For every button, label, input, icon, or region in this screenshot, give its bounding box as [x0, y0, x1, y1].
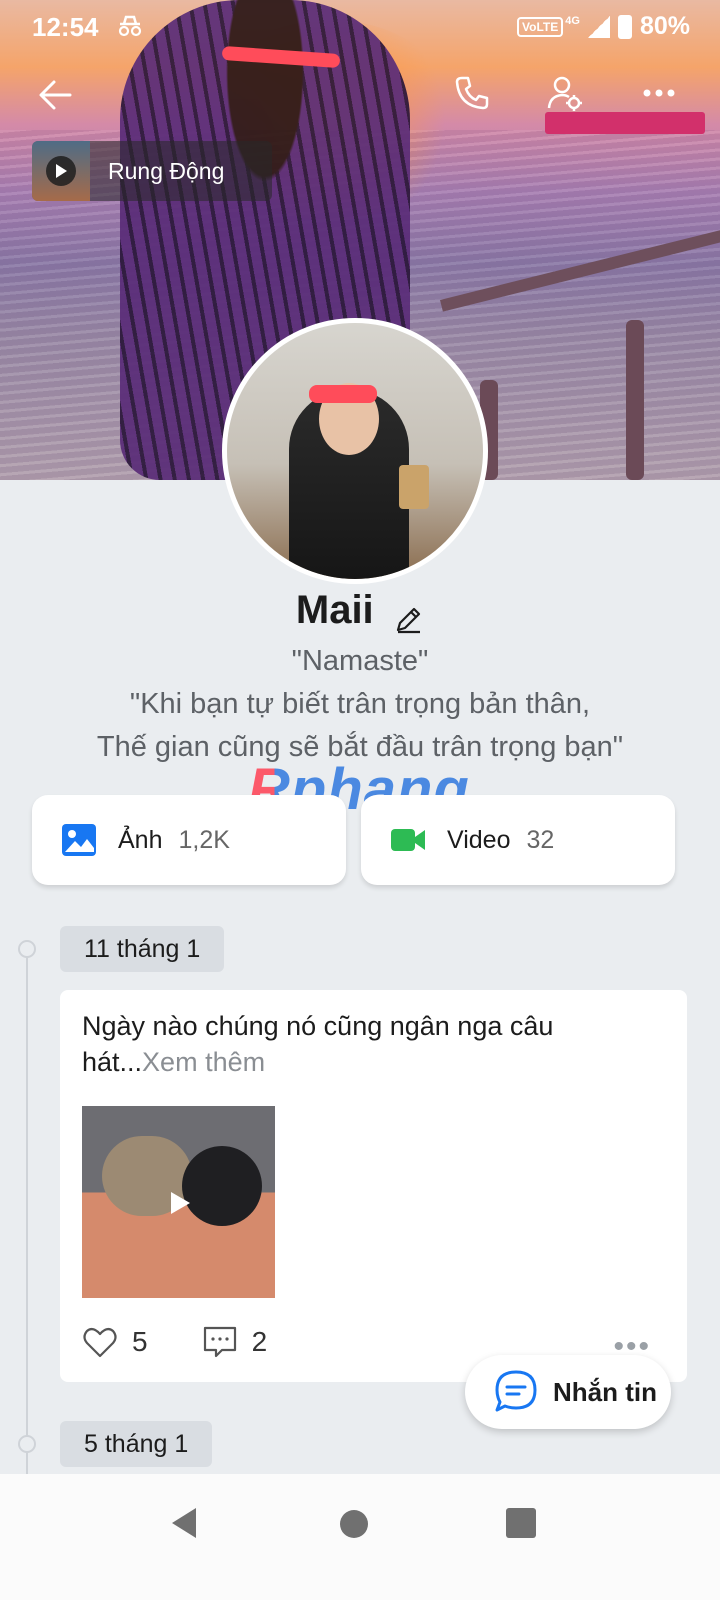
phone-icon: [455, 76, 489, 110]
timeline-date: 11 tháng 1: [60, 926, 225, 972]
nav-recents-icon[interactable]: [506, 1508, 536, 1538]
see-more-link[interactable]: Xem thêm: [142, 1047, 265, 1077]
photos-button[interactable]: Ảnh 1,2K: [32, 795, 346, 885]
volte-badge: VoLTE: [517, 16, 564, 37]
nav-back-icon[interactable]: [168, 1506, 200, 1540]
profile-settings-button[interactable]: [538, 66, 592, 120]
bio-line: "Khi bạn tự biết trân trọng bản thân,: [129, 688, 591, 720]
back-button[interactable]: [28, 68, 82, 122]
timeline-dot: [18, 940, 36, 958]
signal-icon: [587, 15, 610, 38]
profile-avatar[interactable]: [222, 318, 488, 584]
message-button[interactable]: Nhắn tin: [465, 1355, 671, 1429]
cover-railing-post: [626, 320, 644, 480]
video-camera-icon: [391, 829, 425, 851]
system-nav-bar: [0, 1474, 720, 1600]
post-video-thumbnail[interactable]: [82, 1106, 275, 1298]
image-icon: [62, 824, 96, 856]
timeline-dot: [18, 1435, 36, 1453]
thumbnail-cat: [182, 1146, 262, 1226]
network-type: 4G: [565, 14, 580, 27]
avatar-cup: [399, 465, 429, 509]
music-thumbnail: [32, 141, 90, 201]
profile-music-chip[interactable]: Rung Động: [32, 141, 272, 201]
call-button[interactable]: [445, 66, 499, 120]
battery-percent: 80%: [639, 12, 690, 40]
post-actions: 5 2: [82, 1320, 267, 1364]
play-icon: [46, 156, 76, 186]
timeline-post[interactable]: Ngày nào chúng nó cũng ngân nga câu hát.…: [60, 990, 687, 1382]
nav-home-icon[interactable]: [340, 1510, 368, 1538]
status-time: 12:54: [32, 12, 99, 42]
comment-icon[interactable]: [202, 1324, 238, 1360]
chat-bubble-icon: [495, 1370, 537, 1412]
play-icon: [171, 1192, 190, 1214]
profile-name: Maii: [295, 588, 374, 632]
avatar-redaction-mark: [309, 385, 377, 403]
profile-bio: "Namaste" "Khi bạn tự biết trân trọng bả…: [0, 640, 720, 769]
heart-icon[interactable]: [82, 1324, 118, 1360]
battery-icon: [617, 14, 632, 39]
videos-label: Video: [447, 825, 511, 854]
timeline-date: 5 tháng 1: [60, 1421, 213, 1467]
profile-name-row: Maii: [0, 588, 720, 634]
more-horizontal-icon: [643, 89, 675, 97]
more-options-button[interactable]: [632, 66, 686, 120]
incognito-icon: [118, 15, 142, 37]
like-count: 5: [132, 1326, 148, 1357]
edit-pencil-icon[interactable]: [394, 604, 424, 634]
music-title: Rung Động: [108, 157, 225, 184]
photos-count: 1,2K: [178, 825, 230, 854]
post-text[interactable]: Ngày nào chúng nó cũng ngân nga câu hát.…: [82, 1008, 642, 1080]
photos-label: Ảnh: [118, 825, 163, 854]
status-right-group: VoLTE 4G 80%: [517, 12, 690, 41]
profile-toolbar: [0, 60, 720, 130]
comment-count: 2: [251, 1326, 268, 1357]
videos-count: 32: [526, 825, 555, 854]
timeline-line: [26, 950, 28, 1480]
status-bar: 12:54 VoLTE 4G 80%: [0, 0, 720, 52]
message-button-label: Nhắn tin: [553, 1376, 657, 1407]
user-gear-icon: [547, 76, 582, 111]
bio-line: "Namaste": [291, 645, 429, 677]
arrow-left-icon: [39, 80, 72, 110]
videos-button[interactable]: Video 32: [361, 795, 675, 885]
